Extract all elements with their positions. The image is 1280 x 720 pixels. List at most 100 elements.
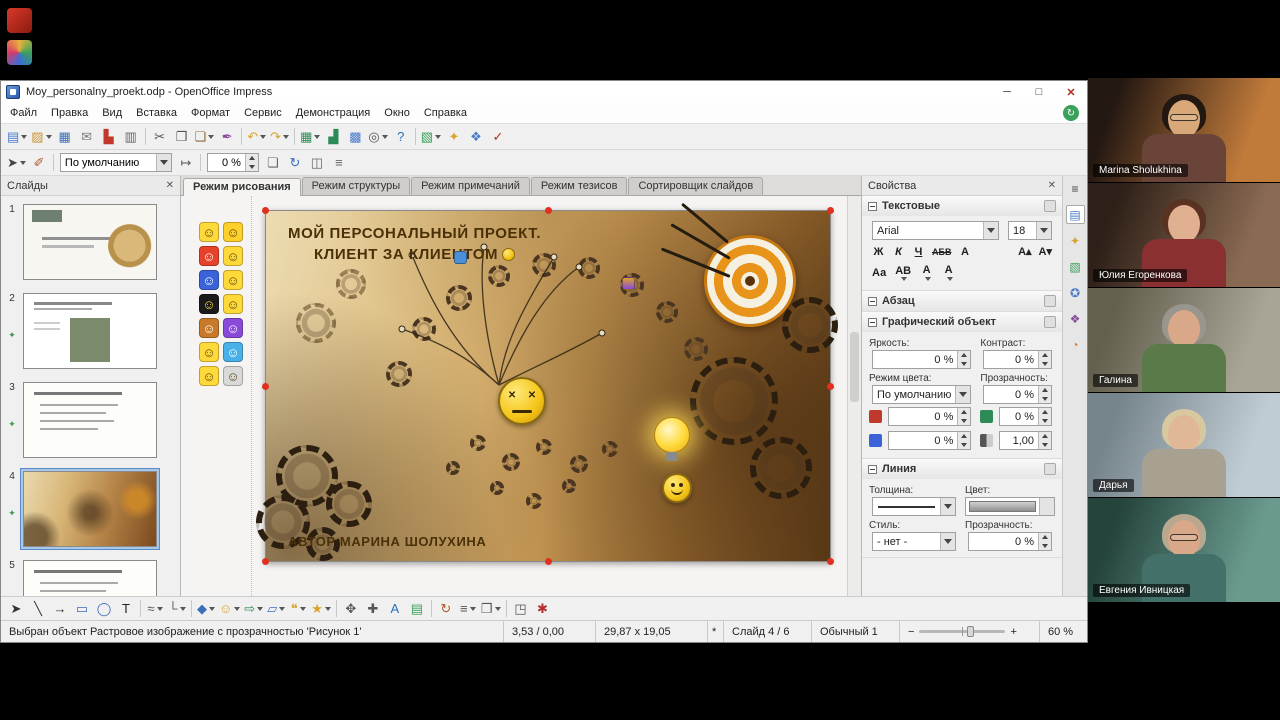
view-tab-2[interactable]: Режим структуры <box>302 177 411 195</box>
navigator-tab-icon[interactable]: ✪ <box>1066 283 1085 302</box>
paste-icon[interactable]: ❏ <box>193 127 217 147</box>
menu-view[interactable]: Вид <box>95 105 129 121</box>
callouts-icon[interactable]: ❝ <box>287 599 309 619</box>
gallery-tab-icon[interactable]: ▧ <box>1066 257 1085 276</box>
rectangle-icon[interactable]: ▭ <box>71 599 93 619</box>
collapse-icon[interactable] <box>868 465 877 474</box>
char-spacing-button[interactable]: АВ <box>892 263 914 282</box>
symbol-shapes-icon[interactable]: ☺ <box>217 599 242 619</box>
emoji-object-icon[interactable]: ☺ <box>199 366 219 386</box>
slide-transition-icon[interactable]: ✦ <box>8 330 16 341</box>
slide-thumbnail-4[interactable] <box>23 471 157 547</box>
slide-canvas[interactable]: МОЙ ПЕРСОНАЛЬНЫЙ ПРОЕКТ. КЛИЕНТ ЗА КЛИЕН… <box>265 210 831 562</box>
style-select[interactable]: По умолчанию <box>60 153 172 172</box>
select-arrow-icon[interactable]: ➤ <box>5 153 28 173</box>
emoji-object-icon[interactable]: ☺ <box>223 318 243 338</box>
minimize-button[interactable]: ─ <box>991 81 1023 103</box>
line-ends-icon[interactable]: ↦ <box>175 153 197 173</box>
zoom-slider[interactable] <box>919 630 1005 633</box>
text-icon[interactable]: Т <box>115 599 137 619</box>
section-more-icon[interactable] <box>1044 316 1056 328</box>
transparency-spinner[interactable]: 0 % <box>207 153 259 172</box>
video-tile[interactable]: Евгения Ивницкая <box>1088 498 1280 603</box>
master-pages-tab-icon[interactable]: ◔ <box>1066 335 1085 354</box>
video-tile[interactable]: Галина <box>1088 288 1280 393</box>
edit-points-icon[interactable]: ✐ <box>28 153 50 173</box>
video-tile[interactable]: Дарья <box>1088 393 1280 498</box>
extrusion-icon[interactable]: ◳ <box>510 599 532 619</box>
menu-slideshow[interactable]: Демонстрация <box>289 105 378 121</box>
flip-icon[interactable]: ◫ <box>306 153 328 173</box>
collapse-icon[interactable] <box>868 318 877 327</box>
menu-tools[interactable]: Сервис <box>237 105 289 121</box>
selection-handle[interactable] <box>262 558 269 565</box>
shadow-icon[interactable]: ❏ <box>262 153 284 173</box>
slide-transition-icon[interactable]: ✦ <box>8 419 16 430</box>
line-color-select[interactable] <box>965 497 1055 516</box>
menu-window[interactable]: Окно <box>377 105 417 121</box>
maximize-button[interactable]: □ <box>1023 81 1055 103</box>
spellcheck-icon[interactable]: ✓ <box>487 127 509 147</box>
help-icon[interactable]: ? <box>390 127 412 147</box>
emoji-object-icon[interactable]: ☺ <box>223 270 243 290</box>
format-paintbrush-icon[interactable]: ✒ <box>216 127 238 147</box>
collapse-icon[interactable] <box>868 202 877 211</box>
line-width-select[interactable] <box>872 497 956 516</box>
increase-font-button[interactable]: А▴ <box>1015 242 1034 261</box>
hyperlink-icon[interactable]: ❖ <box>465 127 487 147</box>
font-color-button[interactable]: А <box>917 263 936 282</box>
table-icon[interactable]: ▦ <box>298 127 322 147</box>
emoji-object-icon[interactable]: ☺ <box>199 294 219 314</box>
ellipse-icon[interactable]: ◯ <box>93 599 115 619</box>
view-tab-3[interactable]: Режим примечаний <box>411 177 530 195</box>
font-shadow-button[interactable]: А <box>955 242 974 261</box>
graphic-section-header[interactable]: Графический объект <box>862 312 1062 332</box>
close-button[interactable]: ✕ <box>1055 81 1087 103</box>
emoji-object-icon[interactable]: ☺ <box>223 342 243 362</box>
print-icon[interactable]: ▥ <box>120 127 142 147</box>
red-spinner[interactable]: 0 % <box>888 407 971 426</box>
color-mode-select[interactable]: По умолчанию <box>872 385 971 404</box>
menu-help[interactable]: Справка <box>417 105 474 121</box>
sidebar-menu-icon[interactable]: ≡ <box>1066 179 1085 198</box>
rotate-icon[interactable]: ↻ <box>435 599 457 619</box>
arrange-icon[interactable]: ❒ <box>479 599 503 619</box>
vertical-scrollbar[interactable] <box>847 196 861 596</box>
alignment-icon[interactable]: ≡ <box>328 153 350 173</box>
update-icon[interactable]: ↻ <box>1063 105 1079 121</box>
connector-icon[interactable]: └ <box>166 599 188 619</box>
line-section-header[interactable]: Линия <box>862 459 1062 479</box>
graphic-transparency-spinner[interactable]: 0 % <box>983 385 1052 404</box>
slide-thumbnail-3[interactable] <box>23 382 157 458</box>
selection-handle[interactable] <box>827 383 834 390</box>
chart-icon[interactable]: ▟ <box>322 127 344 147</box>
cut-icon[interactable]: ✂ <box>149 127 171 147</box>
selection-handle[interactable] <box>545 558 552 565</box>
section-more-icon[interactable] <box>1044 463 1056 475</box>
video-tile[interactable]: Marina Sholukhina <box>1088 78 1280 183</box>
edit-canvas[interactable]: ☺☺☺☺☺☺☺☺☺☺☺☺☺☺ <box>181 196 861 596</box>
selection-handle[interactable] <box>827 558 834 565</box>
emoji-object-icon[interactable]: ☺ <box>223 366 243 386</box>
change-case-button[interactable]: Аа <box>869 263 889 282</box>
curve-icon[interactable]: ≈ <box>144 599 166 619</box>
zoom-percentage[interactable]: 60 % <box>1039 621 1087 642</box>
contrast-spinner[interactable]: 0 % <box>983 350 1052 369</box>
new-document-icon[interactable]: ▤ <box>5 127 29 147</box>
section-more-icon[interactable] <box>1044 295 1056 307</box>
slides-panel-close-icon[interactable]: ✕ <box>166 180 174 191</box>
block-arrows-icon[interactable]: ⇨ <box>242 599 265 619</box>
emoji-object-icon[interactable]: ☺ <box>199 222 219 242</box>
menu-file[interactable]: Файл <box>3 105 44 121</box>
slide-thumbnail-2[interactable] <box>23 293 157 369</box>
desktop-app-icon-colorful[interactable] <box>7 40 32 65</box>
export-pdf-icon[interactable]: ▙ <box>98 127 120 147</box>
emoji-object-icon[interactable]: ☺ <box>223 222 243 242</box>
slide-transition-icon[interactable]: ✦ <box>8 508 16 519</box>
text-section-header[interactable]: Текстовые <box>862 196 1062 216</box>
section-more-icon[interactable] <box>1044 200 1056 212</box>
collapse-icon[interactable] <box>868 297 877 306</box>
select-arrow-icon[interactable]: ➤ <box>5 599 27 619</box>
strikethrough-button[interactable]: АБВ <box>929 242 954 261</box>
blue-spinner[interactable]: 0 % <box>888 431 971 450</box>
